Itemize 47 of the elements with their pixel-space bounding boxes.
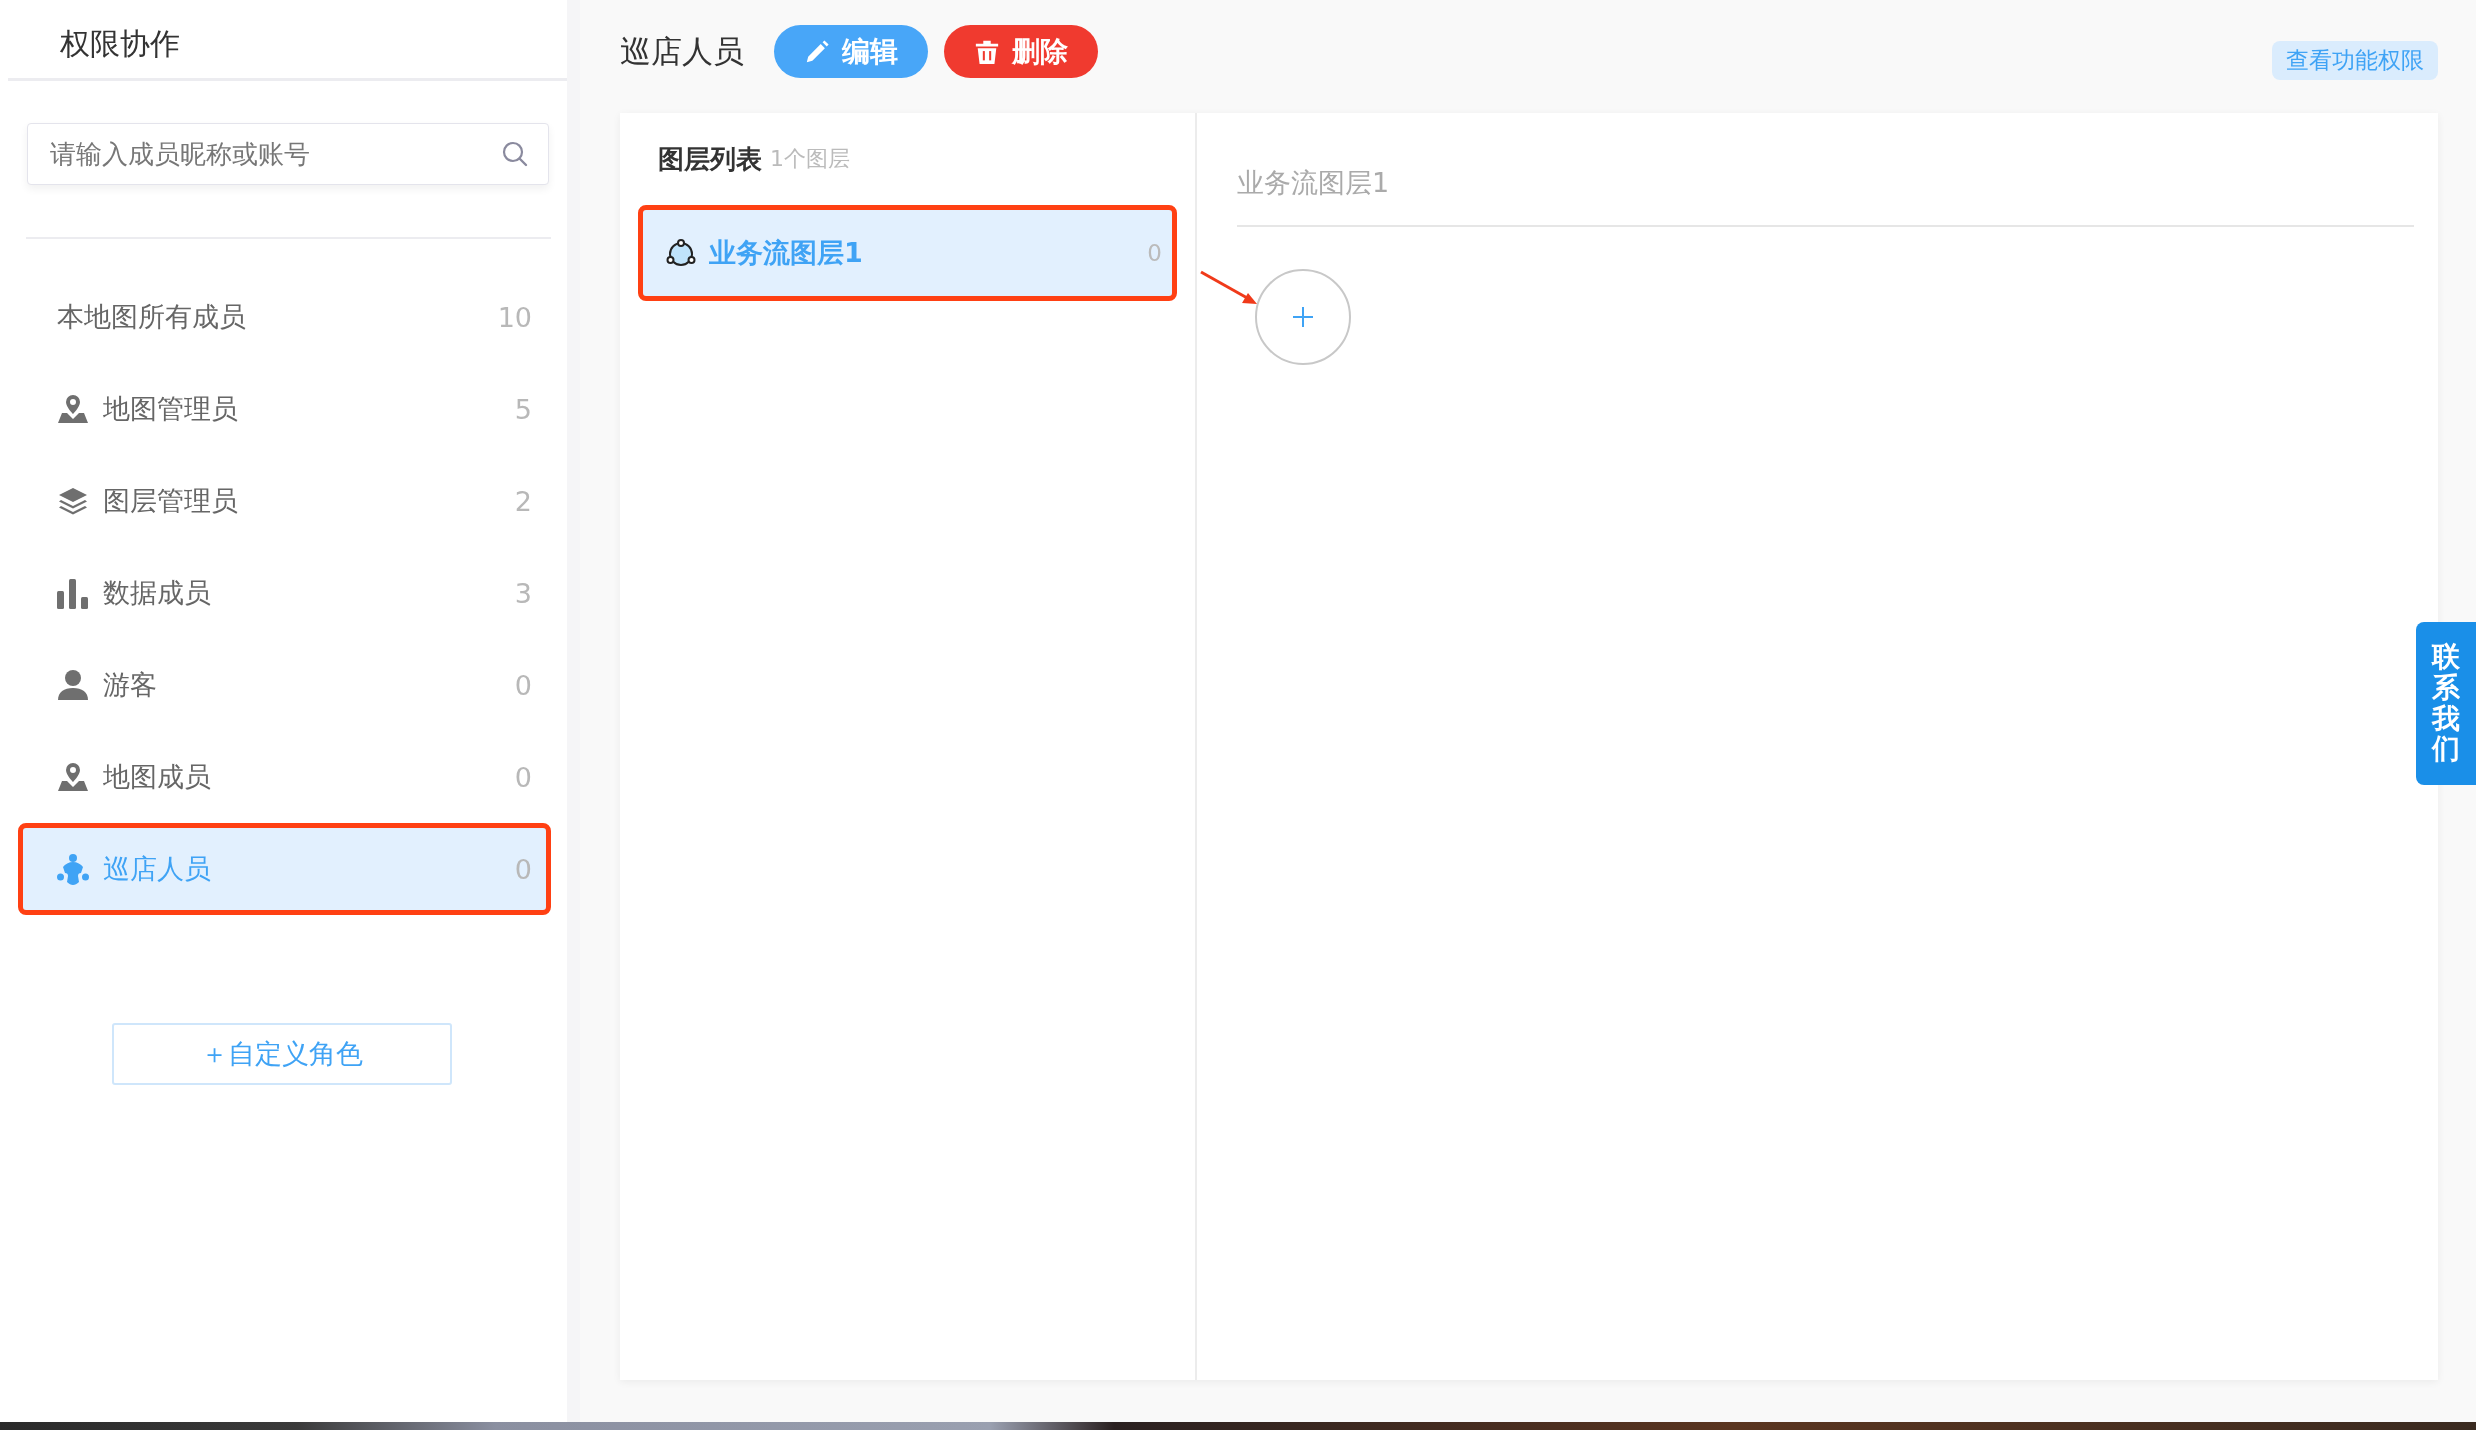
pencil-icon — [804, 38, 830, 65]
contact-us-tab[interactable]: 联系我们 — [2416, 622, 2476, 786]
map-pin-icon — [57, 761, 89, 793]
sidebar-item[interactable]: 本地图所有成员 10 — [18, 271, 551, 363]
edit-button[interactable]: 编辑 — [774, 25, 928, 78]
group-icon — [57, 853, 89, 885]
layer-item-count: 0 — [1147, 240, 1162, 266]
add-role-button[interactable]: ＋自定义角色 — [112, 1023, 452, 1085]
sidebar-item[interactable]: 图层管理员 2 — [18, 455, 551, 547]
item-count: 10 — [497, 301, 532, 333]
sidebar-item[interactable]: 数据成员 3 — [18, 547, 551, 639]
annotation-arrow — [1199, 270, 1259, 306]
item-count: 0 — [514, 669, 532, 701]
item-count: 0 — [514, 853, 532, 885]
item-label: 本地图所有成员 — [57, 300, 247, 334]
layers-icon — [57, 485, 89, 517]
sidebar-title: 权限协作 — [59, 25, 181, 63]
sidebar-item[interactable]: 地图成员 0 — [18, 731, 551, 823]
item-label: 游客 — [103, 668, 158, 702]
item-count: 2 — [514, 485, 532, 517]
item-count: 0 — [514, 761, 532, 793]
plus-icon — [1291, 305, 1315, 329]
item-label: 巡店人员 — [103, 852, 212, 886]
item-label: 图层管理员 — [103, 484, 239, 518]
item-label: 地图管理员 — [103, 392, 239, 426]
layer-detail-title: 业务流图层1 — [1237, 166, 1391, 200]
sidebar-item[interactable]: 巡店人员 0 — [18, 823, 551, 915]
item-label: 地图成员 — [103, 760, 212, 794]
map-pin-icon — [57, 393, 89, 425]
layer-label: 业务流图层1 — [709, 236, 864, 270]
sidebar-item[interactable]: 地图管理员 5 — [18, 363, 551, 455]
delete-button[interactable]: 删除 — [944, 25, 1098, 78]
layer-count: 1个图层 — [770, 145, 850, 173]
item-label: 数据成员 — [103, 576, 212, 610]
layer-list-title: 图层列表 — [658, 142, 762, 176]
trash-icon — [974, 38, 1000, 65]
item-count: 3 — [514, 577, 532, 609]
view-permissions-button[interactable]: 查看功能权限 — [2272, 41, 2438, 80]
role-title: 巡店人员 — [620, 31, 744, 71]
bar-chart-icon — [57, 577, 89, 609]
item-count: 5 — [514, 393, 532, 425]
network-icon — [665, 237, 697, 269]
person-icon — [57, 669, 89, 701]
search-icon[interactable] — [501, 140, 529, 168]
search-field[interactable]: 请输入成员昵称或账号 — [27, 123, 549, 185]
sidebar-item[interactable]: 游客 0 — [18, 639, 551, 731]
layer-item[interactable]: 业务流图层1 0 — [638, 205, 1177, 301]
